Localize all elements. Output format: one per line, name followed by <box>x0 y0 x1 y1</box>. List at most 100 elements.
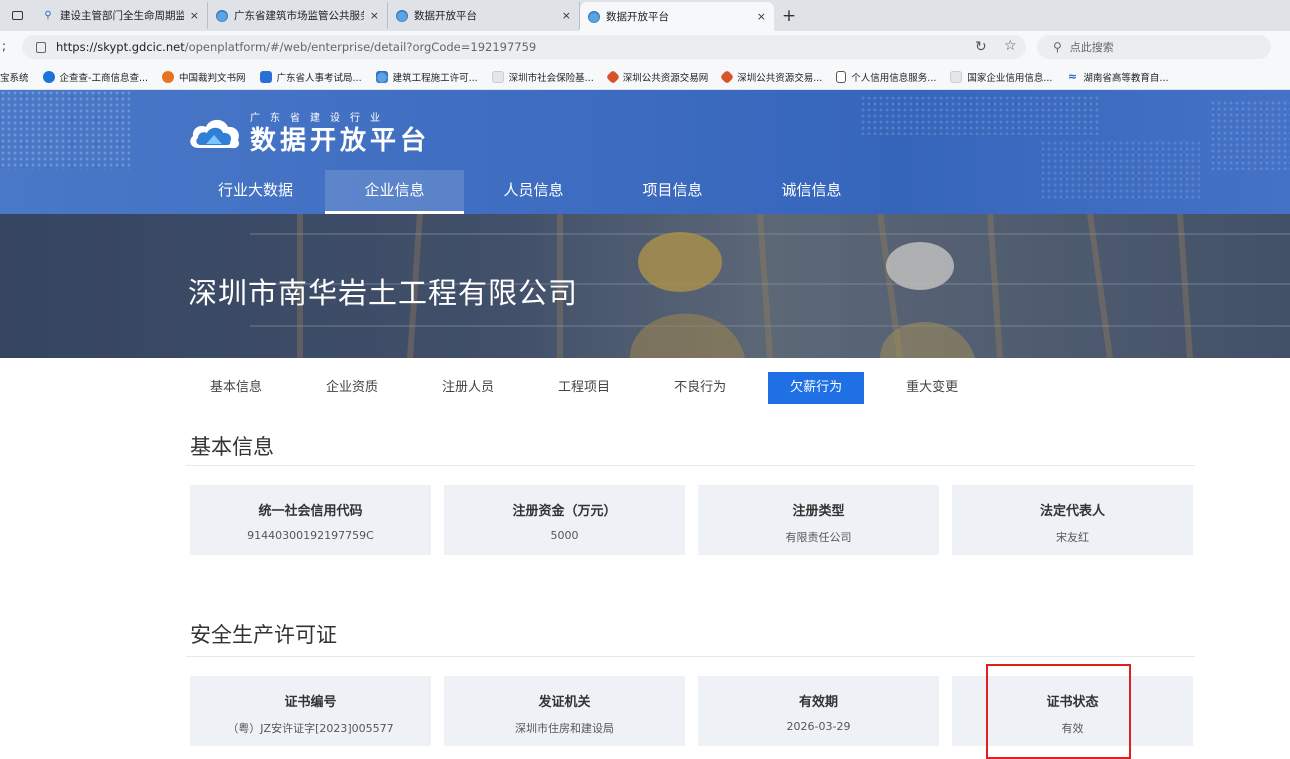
address-bar: ; https://skypt.gdcic.net/openplatform/#… <box>0 31 1290 64</box>
info-card-validity-date: 有效期 2026-03-29 <box>698 676 939 746</box>
close-icon[interactable]: × <box>757 10 766 23</box>
logo-subtitle: 广东省建设行业 <box>250 113 390 124</box>
info-card-registered-capital: 注册资金（万元） 5000 <box>444 485 685 555</box>
search-placeholder: 点此搜索 <box>1069 41 1114 54</box>
resource-exchange-icon <box>720 69 735 84</box>
tab-title: 数据开放平台 <box>606 11 669 23</box>
bookmark-item[interactable]: 企查查-工商信息查... <box>42 70 148 84</box>
decorative-map-dots <box>0 90 130 170</box>
tab-major-changes[interactable]: 重大变更 <box>884 372 980 404</box>
logo-title: 数据开放平台 <box>250 126 431 156</box>
bookmark-item[interactable]: 深圳市社会保险基... <box>491 70 594 84</box>
bookmark-item[interactable]: 深圳公共资源交易... <box>720 69 822 84</box>
tab-misconduct[interactable]: 不良行为 <box>652 372 748 404</box>
card-value: 5000 <box>550 529 579 542</box>
card-label: 统一社会信用代码 <box>258 504 363 519</box>
search-icon: ⚲ <box>44 10 52 21</box>
card-value: 宋友红 <box>1056 531 1089 544</box>
close-icon[interactable]: × <box>370 9 379 22</box>
tab-title: 建设主管部门全生命周期监管平台 <box>60 10 184 22</box>
decorative-map-dots <box>1040 140 1200 200</box>
info-card-issuing-authority: 发证机关 深圳市住房和建设局 <box>444 676 685 746</box>
close-icon[interactable]: × <box>562 9 571 22</box>
detail-subtabs: 基本信息 企业资质 注册人员 工程项目 不良行为 欠薪行为 重大变更 <box>186 372 1000 404</box>
nav-item-enterprise-info[interactable]: 企业信息 <box>325 170 464 214</box>
site-logo[interactable]: 广东省建设行业 数据开放平台 <box>186 112 430 156</box>
tab-registered-personnel[interactable]: 注册人员 <box>420 372 516 404</box>
page-icon <box>950 70 963 83</box>
card-label: 有效期 <box>798 695 838 710</box>
tab-qualifications[interactable]: 企业资质 <box>304 372 400 404</box>
bookmark-item[interactable]: 中国裁判文书网 <box>162 70 246 84</box>
browser-search-input[interactable]: ⚲ 点此搜索 <box>1037 35 1271 59</box>
info-card-credit-code: 统一社会信用代码 91440300192197759C <box>190 485 431 555</box>
divider <box>186 465 1195 466</box>
nav-item-industry-data[interactable]: 行业大数据 <box>186 170 325 214</box>
back-button[interactable]: ; <box>2 39 6 53</box>
section-title-basic-info: 基本信息 <box>190 435 274 459</box>
bookmark-item[interactable]: 建筑工程施工许可... <box>375 70 478 84</box>
browser-tab-strip: ⚲ 建设主管部门全生命周期监管平台 × 广东省建筑市场监管公共服务平台 × 数据… <box>0 0 1290 31</box>
browser-tab-3[interactable]: 数据开放平台 × <box>388 2 580 29</box>
decorative-map-dots <box>860 95 1100 135</box>
browser-tab-4-active[interactable]: 数据开放平台 × <box>580 2 774 31</box>
card-label: 注册资金（万元） <box>512 504 617 519</box>
card-label: 注册类型 <box>792 504 845 519</box>
decorative-map-dots <box>1210 100 1290 170</box>
bookmark-item[interactable]: ≈ 湖南省高等教育自... <box>1066 70 1169 84</box>
bookmark-item[interactable]: 广东省人事考试局... <box>259 70 362 84</box>
tab-basic-info[interactable]: 基本信息 <box>186 372 284 404</box>
bookmark-item[interactable]: 个人信用信息服务... <box>836 70 936 84</box>
bookmarks-bar: 宝系统 企查查-工商信息查... 中国裁判文书网 广东省人事考试局... 建筑工… <box>0 64 1290 90</box>
bookmark-item[interactable]: 宝系统 <box>0 70 29 84</box>
url-path: /openplatform/#/web/enterprise/detail?or… <box>184 40 537 54</box>
card-label: 发证机关 <box>538 695 591 710</box>
bookmark-item[interactable]: 国家企业信用信息... <box>950 70 1052 84</box>
resource-exchange-icon <box>605 69 620 84</box>
sidebar-toggle-icon[interactable] <box>0 0 34 31</box>
qichacha-icon <box>42 70 55 83</box>
close-icon[interactable]: × <box>190 9 199 22</box>
page-icon <box>491 70 504 83</box>
tab-title: 广东省建筑市场监管公共服务平台 <box>234 10 364 22</box>
company-name-title: 深圳市南华岩土工程有限公司 <box>188 276 579 310</box>
annotation-highlight-box <box>986 664 1131 759</box>
card-value: 91440300192197759C <box>247 529 374 542</box>
bookmark-item[interactable]: 深圳公共资源交易网 <box>605 69 708 84</box>
nav-item-project-info[interactable]: 项目信息 <box>603 170 742 214</box>
education-icon: ≈ <box>1067 70 1078 83</box>
tab-projects[interactable]: 工程项目 <box>536 372 632 404</box>
info-card-certificate-number: 证书编号 （粤）JZ安许证字[2023]005577 <box>190 676 431 746</box>
url-field[interactable]: https://skypt.gdcic.net/openplatform/#/w… <box>22 35 1026 59</box>
basic-info-cards: 统一社会信用代码 91440300192197759C 注册资金（万元） 500… <box>190 485 1193 555</box>
divider <box>186 656 1195 657</box>
tab-title: 数据开放平台 <box>414 10 477 22</box>
info-card-legal-representative: 法定代表人 宋友红 <box>952 485 1193 555</box>
card-label: 证书编号 <box>284 695 337 710</box>
cloud-logo-icon <box>190 119 240 149</box>
new-tab-button[interactable]: + <box>774 2 804 29</box>
page-info-icon[interactable] <box>36 41 46 53</box>
site-header: 广东省建设行业 数据开放平台 行业大数据 企业信息 人员信息 项目信息 诚信信息 <box>0 90 1290 214</box>
card-value: （粤）JZ安许证字[2023]005577 <box>227 722 394 735</box>
info-card-registration-type: 注册类型 有限责任公司 <box>698 485 939 555</box>
court-icon <box>162 70 175 83</box>
browser-tab-1[interactable]: ⚲ 建设主管部门全生命周期监管平台 × <box>34 2 208 29</box>
nav-item-credit-info[interactable]: 诚信信息 <box>742 170 881 214</box>
card-label: 法定代表人 <box>1039 504 1105 519</box>
site-favicon-icon <box>216 9 228 22</box>
browser-tab-2[interactable]: 广东省建筑市场监管公共服务平台 × <box>208 2 388 29</box>
card-value: 有限责任公司 <box>785 531 852 544</box>
section-title-safety-license: 安全生产许可证 <box>190 623 337 647</box>
site-favicon-icon <box>396 9 408 22</box>
refresh-icon[interactable]: ↻ <box>975 39 987 55</box>
site-favicon-icon <box>375 70 388 83</box>
search-icon: ⚲ <box>1053 40 1062 54</box>
nav-item-personnel-info[interactable]: 人员信息 <box>464 170 603 214</box>
main-nav: 行业大数据 企业信息 人员信息 项目信息 诚信信息 <box>186 170 881 214</box>
document-icon <box>836 70 847 83</box>
star-icon[interactable]: ☆ <box>1004 38 1017 54</box>
site-favicon-icon <box>588 10 600 23</box>
url-host: https://skypt.gdcic.net <box>56 40 185 54</box>
tab-wage-arrears[interactable]: 欠薪行为 <box>768 372 865 404</box>
